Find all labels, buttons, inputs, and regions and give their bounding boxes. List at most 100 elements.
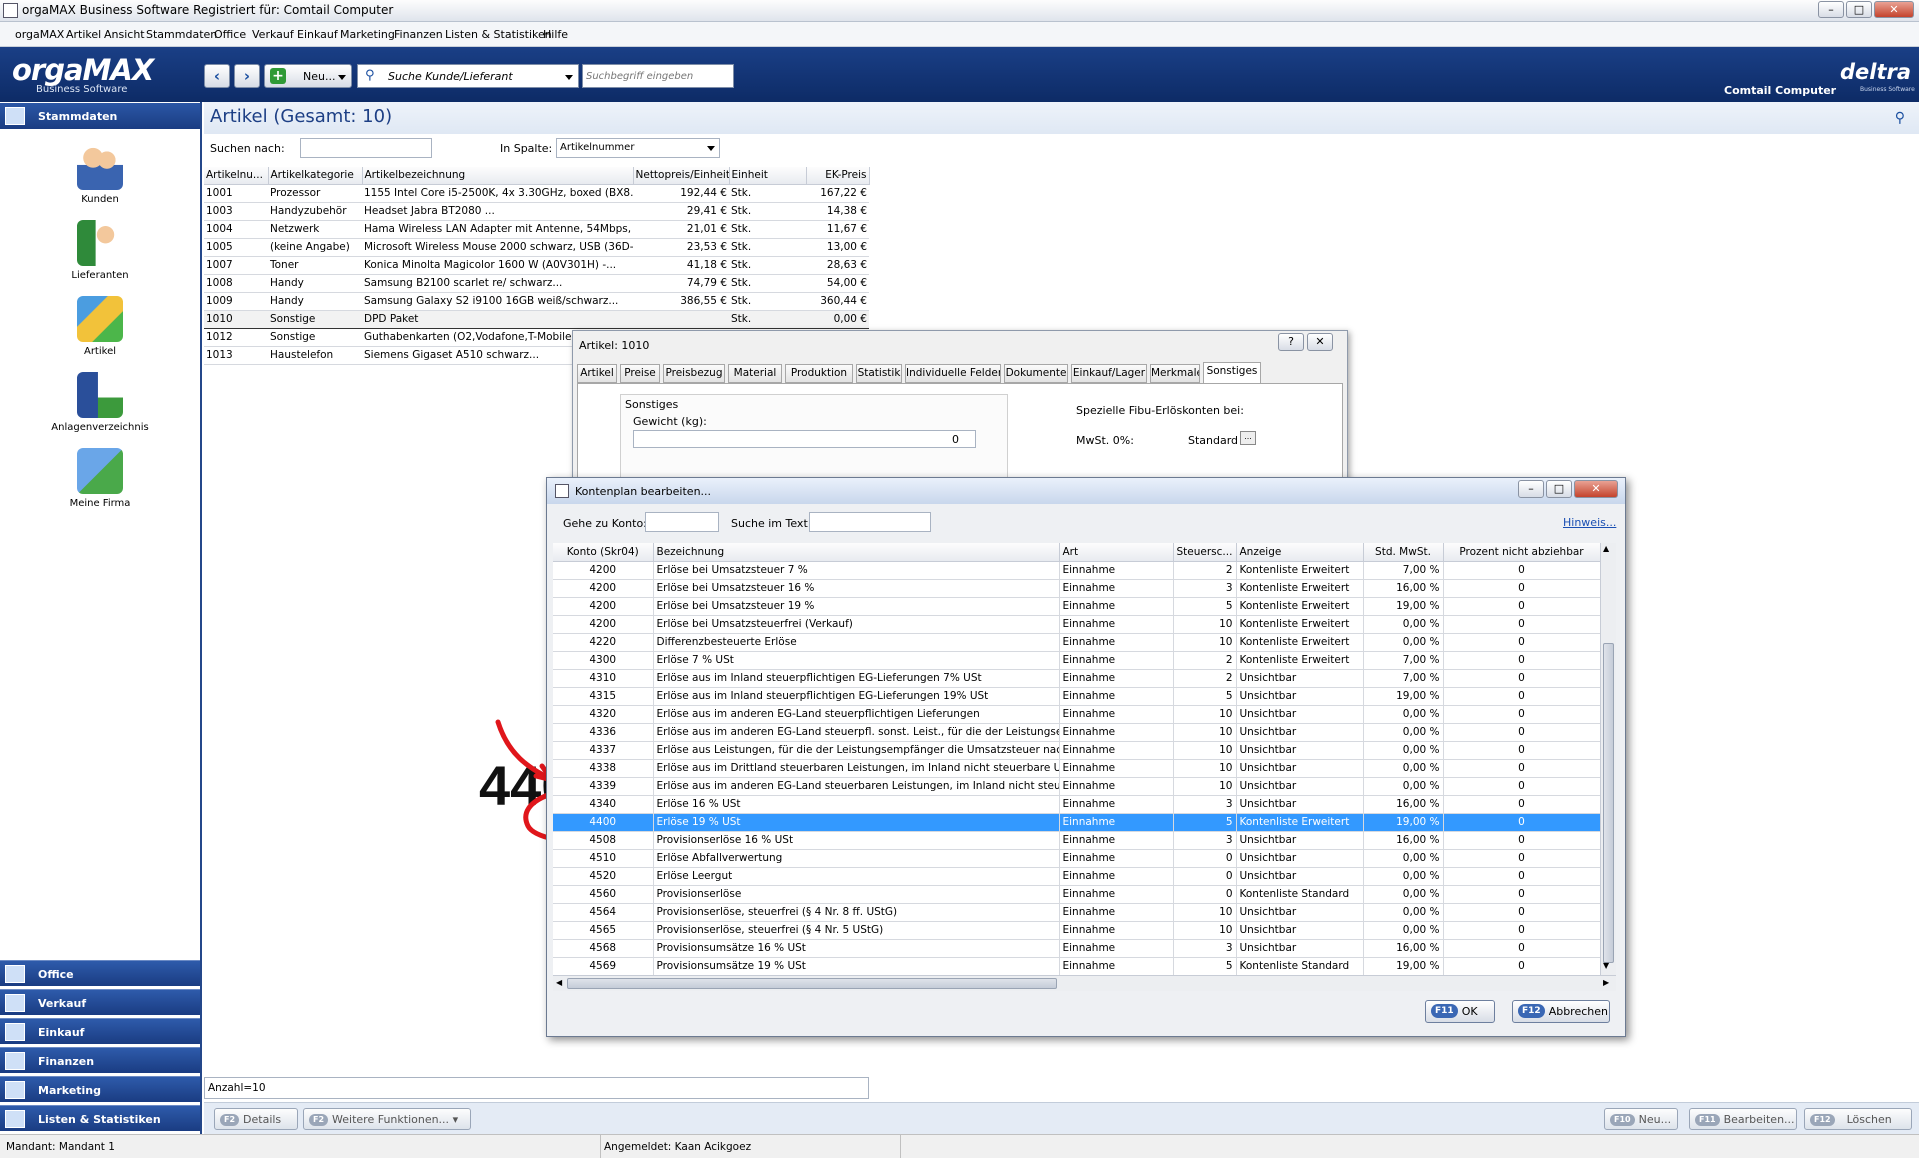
table-row[interactable]: 4568 Provisionsumsätze 16 % USt Einnahme 3 U…	[553, 939, 1601, 958]
hint-link[interactable]: Hinweis...	[1563, 516, 1616, 529]
table-row[interactable]: 1010 Sonstige DPD Paket Stk. 0,00 €	[204, 309, 869, 329]
new-item-button[interactable]: F10 Neu...	[1604, 1108, 1678, 1130]
table-row[interactable]: 4200 Erlöse bei Umsatzsteuer 7 % Einnahme 2…	[553, 561, 1601, 580]
nav-finanzen[interactable]: Finanzen	[0, 1047, 200, 1073]
menu-stammdaten[interactable]: Stammdaten	[146, 28, 217, 41]
table-row[interactable]: 4337 Erlöse aus Leistungen, für die der L…	[553, 741, 1601, 760]
table-row[interactable]: 1005 (keine Angabe) Microsoft Wireless Mou…	[204, 238, 869, 257]
tab-produktion[interactable]: Produktion	[785, 364, 853, 383]
sidebar-item-meine-firma[interactable]: Meine Firma	[40, 448, 160, 509]
table-row[interactable]: 4569 Provisionsumsätze 19 % USt Einnahme 5 K…	[553, 957, 1601, 976]
table-row[interactable]: 4320 Erlöse aus im anderen EG-Land steuer…	[553, 705, 1601, 724]
help-button[interactable]: ?	[1278, 333, 1304, 351]
table-row[interactable]: 4200 Erlöse bei Umsatzsteuer 16 % Einnahme…	[553, 579, 1601, 598]
table-row[interactable]: 4565 Provisionserlöse, steuerfrei (§ 4 Nr…	[553, 921, 1601, 940]
column-select[interactable]: Artikelnummer	[556, 138, 720, 158]
table-row[interactable]: 4340 Erlöse 16 % USt Einnahme 3 Unsichtbar 16…	[553, 795, 1601, 814]
sidebar-item-artikel[interactable]: Artikel	[40, 296, 160, 357]
new-button[interactable]: + Neu...	[264, 64, 352, 88]
search-input[interactable]	[582, 64, 734, 88]
table-row[interactable]: 4315 Erlöse aus im Inland steuerpflichtig…	[553, 687, 1601, 706]
sidebar-header-stammdaten[interactable]: Stammdaten	[0, 103, 200, 129]
minimize-button[interactable]: –	[1518, 480, 1544, 498]
column-header[interactable]: Artikelnu...	[204, 167, 269, 185]
table-row[interactable]: 4400 Erlöse 19 % USt Einnahme 5 Kontenliste …	[553, 813, 1601, 832]
table-row[interactable]: 4508 Provisionserlöse 16 % USt Einnahme 3 Un…	[553, 831, 1601, 850]
horizontal-scrollbar[interactable]: ◀ ▶	[553, 975, 1616, 991]
sidebar-item-lieferanten[interactable]: Lieferanten	[40, 220, 160, 281]
menu-einkauf[interactable]: Einkauf	[297, 28, 338, 41]
nav-einkauf[interactable]: Einkauf	[0, 1018, 200, 1044]
minimize-button[interactable]: –	[1818, 1, 1844, 18]
column-header[interactable]: Art	[1059, 543, 1174, 562]
menu-verkauf[interactable]: Verkauf	[252, 28, 294, 41]
table-row[interactable]: 4200 Erlöse bei Umsatzsteuerfrei (Verkauf…	[553, 615, 1601, 634]
menu-finanzen[interactable]: Finanzen	[394, 28, 443, 41]
tab-individuelle-felder[interactable]: Individuelle Felder	[905, 364, 1001, 383]
table-row[interactable]: 1004 Netzwerk Hama Wireless LAN Adapter mi…	[204, 220, 869, 239]
tab-material[interactable]: Material	[728, 364, 782, 383]
tab-sonstiges[interactable]: Sonstiges	[1203, 362, 1261, 383]
details-button[interactable]: F2 Details	[214, 1108, 298, 1130]
table-row[interactable]: 4336 Erlöse aus im anderen EG-Land steuer…	[553, 723, 1601, 742]
close-button[interactable]: ✕	[1874, 1, 1914, 18]
table-row[interactable]: 4310 Erlöse aus im Inland steuerpflichtig…	[553, 669, 1601, 688]
table-row[interactable]: 1008 Handy Samsung B2100 scarlet re/ schwa…	[204, 274, 869, 293]
column-header[interactable]: Konto (Skr04)	[553, 543, 654, 562]
back-button[interactable]: ‹	[204, 64, 230, 88]
scroll-thumb[interactable]	[1603, 643, 1614, 963]
sidebar-item-anlagenverzeichnis[interactable]: Anlagenverzeichnis	[40, 372, 160, 433]
tab-merkmale[interactable]: Merkmale	[1150, 364, 1200, 383]
table-row[interactable]: 4200 Erlöse bei Umsatzsteuer 19 % Einnahme…	[553, 597, 1601, 616]
mwst-picker-button[interactable]: ...	[1240, 431, 1256, 445]
table-row[interactable]: 1007 Toner Konica Minolta Magicolor 1600 W…	[204, 256, 869, 275]
nav-office[interactable]: Office	[0, 960, 200, 986]
tab-preise[interactable]: Preise	[620, 364, 660, 383]
table-row[interactable]: 1003 Handyzubehör Headset Jabra BT2080 ...…	[204, 202, 869, 221]
column-header[interactable]: Std. MwSt.	[1363, 543, 1444, 562]
table-row[interactable]: 4300 Erlöse 7 % USt Einnahme 2 Kontenliste E…	[553, 651, 1601, 670]
column-header[interactable]: Anzeige	[1236, 543, 1364, 562]
nav-listen-statistiken[interactable]: Listen & Statistiken	[0, 1105, 200, 1131]
table-row[interactable]: 4520 Erlöse Leergut Einnahme 0 Unsichtbar 0,0…	[553, 867, 1601, 886]
more-functions-button[interactable]: F2 Weitere Funktionen... ▾	[303, 1108, 471, 1130]
nav-verkauf[interactable]: Verkauf	[0, 989, 200, 1015]
menu-ansicht[interactable]: Ansicht	[104, 28, 145, 41]
scroll-thumb[interactable]	[567, 978, 1057, 989]
weight-field[interactable]: 0	[633, 430, 976, 448]
column-header[interactable]: Artikelkategorie	[268, 167, 363, 185]
tab-artikel[interactable]: Artikel	[577, 364, 617, 383]
tab-dokumente[interactable]: Dokumente	[1004, 364, 1068, 383]
scroll-left-icon[interactable]: ◀	[556, 978, 562, 987]
forward-button[interactable]: ›	[234, 64, 260, 88]
scroll-right-icon[interactable]: ▶	[1603, 978, 1609, 987]
menu-listen[interactable]: Listen & Statistiken	[445, 28, 552, 41]
goto-account-input[interactable]	[645, 512, 719, 532]
column-header[interactable]: Artikelbezeichnung	[362, 167, 634, 185]
search-scope-combo[interactable]: ⚲ Suche Kunde/Lieferant	[357, 64, 579, 88]
column-header[interactable]: Bezeichnung	[653, 543, 1060, 562]
cancel-button[interactable]: F12 Abbrechen	[1512, 1000, 1610, 1023]
search-icon[interactable]: ⚲	[1895, 110, 1905, 126]
vertical-scrollbar[interactable]: ▲ ▼	[1600, 543, 1616, 975]
table-row[interactable]: 4339 Erlöse aus im anderen EG-Land steuer…	[553, 777, 1601, 796]
tab-statistik[interactable]: Statistik	[856, 364, 902, 383]
table-row[interactable]: 4338 Erlöse aus im Drittland steuerbaren …	[553, 759, 1601, 778]
menu-orgamax[interactable]: orgaMAX	[15, 28, 64, 41]
column-header[interactable]: EK-Preis	[806, 167, 870, 185]
ok-button[interactable]: F11 OK	[1425, 1000, 1495, 1023]
dialog-close-button[interactable]: ✕	[1307, 333, 1333, 351]
table-row[interactable]: 4564 Provisionserlöse, steuerfrei (§ 4 Nr…	[553, 903, 1601, 922]
column-header[interactable]: Einheit	[729, 167, 807, 185]
search-text-input[interactable]	[809, 512, 931, 532]
edit-button[interactable]: F11 Bearbeiten...	[1689, 1108, 1797, 1130]
column-header[interactable]: Nettopreis/Einheit	[633, 167, 730, 185]
maximize-button[interactable]: □	[1546, 480, 1572, 498]
table-row[interactable]: 4510 Erlöse Abfallverwertung Einnahme 0 Unsi…	[553, 849, 1601, 868]
maximize-button[interactable]: □	[1846, 1, 1872, 18]
tab-preisbezug[interactable]: Preisbezug	[663, 364, 725, 383]
menu-office[interactable]: Office	[214, 28, 246, 41]
column-header[interactable]: Prozent nicht abziehbar	[1443, 543, 1601, 562]
table-row[interactable]: 4560 Provisionserlöse Einnahme 0 Kontenliste…	[553, 885, 1601, 904]
table-row[interactable]: 1009 Handy Samsung Galaxy S2 i9100 16GB we…	[204, 292, 869, 311]
